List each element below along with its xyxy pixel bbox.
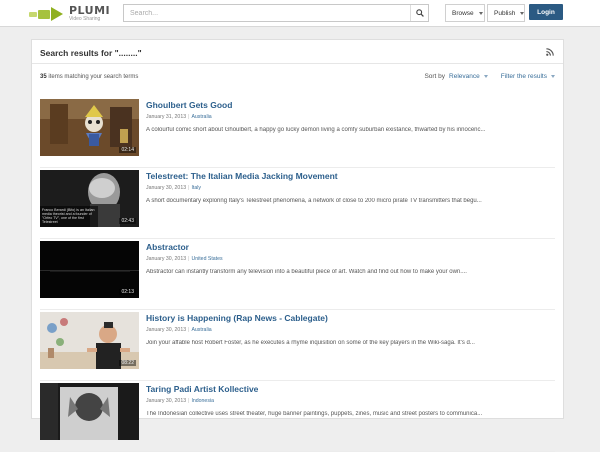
video-thumbnail[interactable]: 02:13 [40,241,139,298]
search-button[interactable] [410,5,428,21]
video-description: Join your affable host Robert Foster, as… [146,340,475,346]
sort-dropdown[interactable]: Relevance [449,73,488,80]
list-item: 08:22 History is Happening (Rap News - C… [40,310,555,381]
results-count: 35 items matching your search terms [40,74,138,80]
video-title-link[interactable]: History is Happening (Rap News - Cablega… [146,313,328,323]
video-date: January 30, 2013 [146,256,187,262]
video-title-link[interactable]: Abstractor [146,242,189,252]
video-meta: January 30, 2013 | United States [146,256,223,262]
top-bar: PLUMI Video Sharing Browse Publish Login [0,0,600,27]
video-duration: 02:43 [119,218,136,224]
video-description: A short documentary exploring Italy's Te… [146,198,482,204]
video-location-link[interactable]: Australia [191,327,211,333]
sort-value: Relevance [449,73,480,80]
rss-icon[interactable] [546,48,554,56]
list-item: 02:14 Ghoulbert Gets Good January 31, 20… [40,97,555,168]
list-item: 02:13 Abstractor January 30, 2013 | United… [40,239,555,310]
results-list: 02:14 Ghoulbert Gets Good January 31, 20… [40,97,555,452]
video-title-link[interactable]: Taring Padi Artist Kollective [146,384,258,394]
page-title: Search results for "........" [40,48,142,58]
publish-button[interactable]: Publish [487,4,525,22]
search-results-panel: Search results for "........" 35 items m… [31,39,564,452]
video-location-link[interactable]: Australia [191,114,211,120]
filter-dropdown[interactable]: Filter the results [501,73,555,80]
video-location-link[interactable]: Italy [191,185,201,191]
video-location-link[interactable]: Indonesia [191,398,214,404]
results-count-number: 35 [40,74,47,80]
video-location-link[interactable]: United States [191,256,222,262]
video-title-link[interactable]: Ghoulbert Gets Good [146,100,232,110]
video-date: January 31, 2013 [146,114,187,120]
chevron-down-icon [478,11,483,15]
video-title-link[interactable]: Telestreet: The Italian Media Jacking Mo… [146,171,338,181]
video-meta: January 30, 2013 | Italy [146,185,201,191]
results-count-text: items matching your search terms [48,74,139,80]
video-date: January 30, 2013 [146,327,187,333]
browse-label: Browse [452,9,474,17]
list-item: Taring Padi Artist Kollective January 30… [40,381,555,452]
publish-label: Publish [494,9,516,17]
login-button[interactable]: Login [529,4,563,20]
video-duration: 02:14 [119,147,136,153]
video-description: Abstractor can instantly transform any t… [146,269,467,275]
list-item: Franco Berardi (Bifo) is an Italian medi… [40,168,555,239]
filter-label: Filter the results [500,73,547,80]
video-description: A colourful comic short about Ghoulbert,… [146,127,486,133]
video-thumbnail[interactable]: 08:22 [40,312,139,369]
chevron-down-icon [483,75,488,78]
video-duration: 08:22 [119,360,136,366]
video-thumbnail[interactable]: Franco Berardi (Bifo) is an Italian medi… [40,170,139,227]
video-meta: January 30, 2013 | Australia [146,327,212,333]
search-input[interactable] [124,5,410,21]
logo-mark-icon [29,6,65,21]
video-thumbnail[interactable] [40,383,139,440]
plumi-logo[interactable]: PLUMI Video Sharing [29,4,110,23]
chevron-down-icon [520,11,525,15]
logo-subtitle: Video Sharing [69,16,101,22]
video-description: The Indonesian collective uses street th… [146,411,483,417]
video-duration: 02:13 [119,289,136,295]
video-meta: January 30, 2013 | Indonesia [146,398,214,404]
video-date: January 30, 2013 [146,185,187,191]
browse-button[interactable]: Browse [445,4,485,22]
logo-title: PLUMI [69,4,111,17]
sort-label: Sort by [424,73,446,80]
video-meta: January 31, 2013 | Australia [146,114,212,120]
search-icon [415,9,424,17]
chevron-down-icon [551,75,555,78]
search-box [123,4,429,22]
thumbnail-image [40,383,139,440]
video-date: January 30, 2013 [146,398,187,404]
divider [32,63,563,64]
video-thumbnail[interactable]: 02:14 [40,99,139,156]
thumbnail-caption: Franco Berardi (Bifo) is an Italian medi… [42,208,95,224]
sort-controls: Sort by Relevance Filter the results [424,73,555,80]
